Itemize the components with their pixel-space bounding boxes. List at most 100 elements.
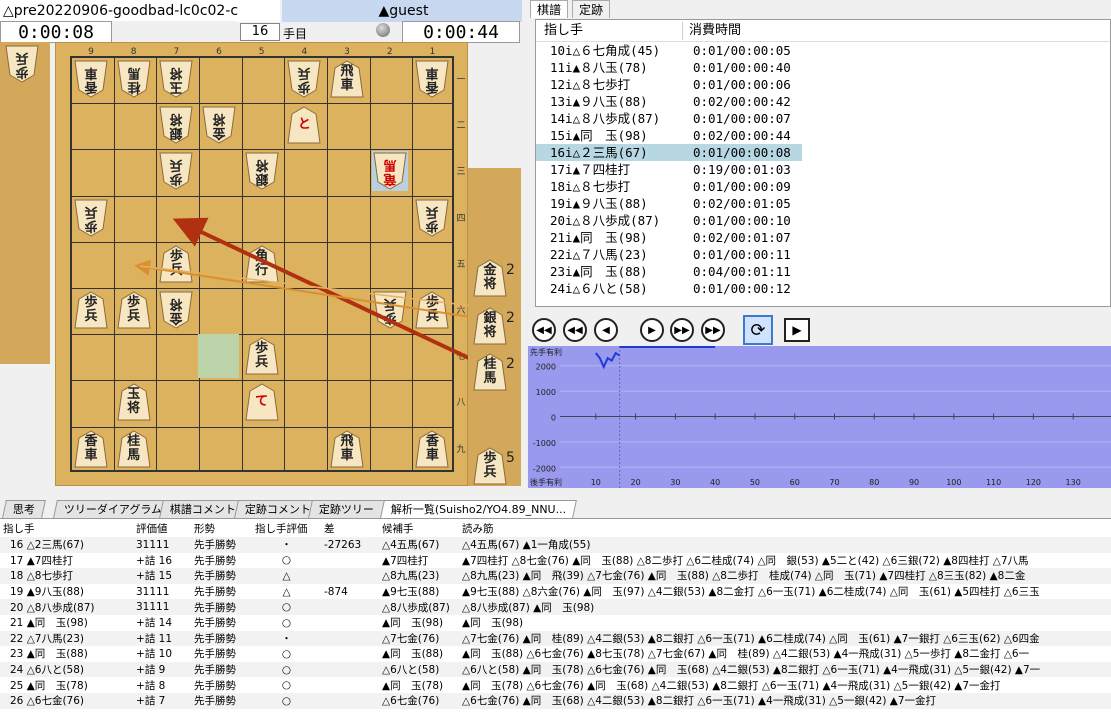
bottom-tab-label: 定跡コメント [244, 503, 311, 516]
analysis-cell: ▲7四桂打 △8七金(76) ▲同 玉(88) △8二歩打 △6二桂成(74) … [462, 554, 1029, 567]
bottom-tab[interactable]: 解析一覧(Suisho2/YO4.89_NNU... [380, 500, 578, 518]
analysis-header-cell[interactable]: 指し手 [0, 519, 133, 537]
analysis-cell: +詰 8 [136, 679, 166, 692]
analysis-row[interactable]: 17 ▲7四桂打 +詰 16 先手勝勢 ○ ▲7四桂打 ▲7四桂打 △8七金(76) ▲同… [0, 552, 1111, 569]
analysis-cell: +詰 11 [136, 632, 172, 645]
sente-hand-piece[interactable]: 桂馬 [472, 352, 508, 392]
analysis-cell: +詰 14 [136, 617, 172, 630]
analysis-cell [321, 631, 379, 647]
tab-joseki[interactable]: 定跡 [572, 0, 611, 18]
analysis-cell: △8八歩成(87) [382, 601, 450, 614]
kifu-move: 19i▲９八玉(88) [550, 196, 648, 211]
analysis-row[interactable]: 23 ▲同 玉(88) +詰 10 先手勝勢 ○ ▲同 玉(88) ▲同 玉(88) △6… [0, 646, 1111, 662]
analysis-header-cell[interactable]: 形勢 [191, 519, 252, 537]
analysis-cell: ▲同 玉(88) △6七金(76) ▲8七玉(78) △7七金(67) ▲同 桂… [462, 648, 1030, 661]
flip-board-icon[interactable]: ⟳ [743, 315, 773, 345]
x-tick-label: 30 [670, 478, 680, 487]
bottom-tab[interactable]: 定跡ツリー [308, 500, 385, 518]
kifu-row[interactable]: 20i△８八歩成(87) 0:01/00:00:10 [536, 212, 1110, 229]
analysis-cell: 先手勝勢 [194, 695, 236, 708]
analysis-cell: 先手勝勢 [194, 679, 236, 692]
y-tick-label: -2000 [533, 464, 556, 473]
tab-kifu[interactable]: 棋譜 [530, 0, 569, 18]
bottom-tab[interactable]: ツリーダイアグラム [53, 500, 174, 518]
analysis-cell: +詰 10 [136, 648, 172, 661]
analysis-row[interactable]: 20 △8八歩成(87) 31111 先手勝勢 ○ △8八歩成(87) △8八歩成(87)… [0, 599, 1111, 615]
bottom-tab[interactable]: 思考 [2, 500, 46, 518]
analysis-rows: 16 △2三馬(67) 31111 先手勝勢・ -27263 △4五馬(67) △4五馬(… [0, 537, 1111, 709]
analysis-row[interactable]: 25 ▲同 玉(78) +詰 8 先手勝勢 ○ ▲同 玉(78) ▲同 玉(78) △6七… [0, 677, 1111, 693]
kifu-move: 21i▲同 玉(98) [550, 230, 648, 245]
hand-count: 2 [506, 262, 515, 278]
analysis-header-cell[interactable]: 差 [321, 519, 379, 537]
kifu-row[interactable]: 19i▲９八玉(88) 0:02/00:01:05 [536, 195, 1110, 212]
analysis-header-cell[interactable]: 候補手 [379, 519, 459, 537]
kifu-row[interactable]: 10i△６七角成(45) 0:01/00:00:05 [536, 42, 1110, 59]
analysis-cell: △6七金(76) [382, 695, 440, 708]
kifu-move: 17i▲７四桂打 [550, 162, 631, 177]
hand-count: 5 [506, 450, 515, 466]
analysis-cell: 先手勝勢 [194, 617, 236, 630]
analysis-cell: 20 △8八歩成(87) [10, 601, 95, 614]
analysis-cell: ○ [281, 647, 292, 660]
analysis-row[interactable]: 19 ▲9八玉(88) 31111 先手勝勢 △ -874 ▲9七玉(88) ▲9七玉(88… [0, 583, 1111, 600]
sente-hand-piece[interactable]: 歩兵 [472, 446, 508, 486]
analysis-header-cell[interactable]: 指し手評価 [252, 519, 321, 537]
analysis-arrows [134, 217, 491, 370]
kifu-time: 0:19/00:01:03 [693, 162, 791, 177]
play-icon[interactable]: ▶ [784, 318, 810, 342]
analysis-cell: 先手勝勢 [194, 554, 236, 567]
kifu-row[interactable]: 18i△８七歩打 0:01/00:00:09 [536, 178, 1110, 195]
last-move-button[interactable]: ▶▶ [701, 318, 725, 342]
piece-char: 歩 [483, 451, 497, 466]
analysis-row[interactable]: 26 △6七金(76) +詰 7 先手勝勢 ○ △6七金(76) △6七金(76) ▲同 … [0, 692, 1111, 709]
bottom-tab-label: 棋譜コメント [169, 503, 236, 516]
kifu-row[interactable]: 16i△２三馬(67) 0:01/00:00:08 [536, 144, 802, 161]
analysis-cell [321, 599, 379, 615]
analysis-row[interactable]: 16 △2三馬(67) 31111 先手勝勢 ・ -27263 △4五馬(67) △4五馬(… [0, 537, 1111, 553]
kifu-time: 0:01/00:00:08 [693, 145, 791, 160]
analysis-cell: ▲同 玉(78) △6七金(76) ▲同 玉(68) △4二銀(53) ▲8二銀… [462, 679, 1001, 692]
analysis-cell: ○ [281, 601, 292, 614]
kifu-move: 12i△８七歩打 [550, 77, 631, 92]
kifu-move: 16i△２三馬(67) [550, 145, 648, 160]
kifu-row[interactable]: 24i△６八と(58) 0:01/00:00:12 [536, 280, 1110, 297]
back10-button[interactable]: ◀◀ [563, 318, 587, 342]
analysis-row[interactable]: 24 △6八と(58) +詰 9 先手勝勢 ○ △6八と(58) △6八と(58) ▲同 … [0, 661, 1111, 678]
bottom-tab-label: ツリーダイアグラム [63, 503, 163, 516]
analysis-cell: 24 △6八と(58) [10, 664, 85, 677]
kifu-move: 23i▲同 玉(88) [550, 264, 648, 279]
first-move-button[interactable]: ◀◀ [532, 318, 556, 342]
forward10-button[interactable]: ▶▶ [670, 318, 694, 342]
sente-hand-piece[interactable]: 銀将 [472, 306, 508, 346]
kifu-row[interactable]: 13i▲９八玉(88) 0:02/00:00:42 [536, 93, 1110, 110]
kifu-row[interactable]: 11i▲８八玉(78) 0:01/00:00:40 [536, 59, 1110, 76]
analysis-row[interactable]: 22 △7八馬(23) +詰 11 先手勝勢 ・ △7七金(76) △7七金(76) ▲同… [0, 630, 1111, 647]
kifu-row[interactable]: 12i△８七歩打 0:01/00:00:06 [536, 76, 1110, 93]
sente-hand-piece[interactable]: 金将 [472, 258, 508, 298]
kifu-row[interactable]: 21i▲同 玉(98) 0:02/00:01:07 [536, 229, 1110, 246]
analysis-row[interactable]: 21 ▲同 玉(98) +詰 14 先手勝勢 ○ ▲同 玉(98) ▲同 玉(98) [0, 614, 1111, 631]
prev-move-button[interactable]: ◀ [594, 318, 618, 342]
x-tick-label: 130 [1066, 478, 1081, 487]
analysis-cell: ・ [281, 632, 292, 645]
next-move-button[interactable]: ▶ [640, 318, 664, 342]
kifu-row[interactable]: 15i▲同 玉(98) 0:02/00:00:44 [536, 127, 1110, 144]
analysis-cell: ○ [281, 616, 292, 629]
piece-char: 兵 [483, 465, 497, 480]
analysis-header-cell[interactable]: 読み筋 [459, 519, 1111, 537]
kifu-row[interactable]: 22i△７八馬(23) 0:01/00:00:11 [536, 246, 1110, 263]
kifu-row[interactable]: 14i△８八歩成(87) 0:01/00:00:07 [536, 110, 1110, 127]
analysis-cell [321, 677, 379, 693]
analysis-cell: 17 ▲7四桂打 [10, 554, 73, 567]
hand-count: 2 [506, 356, 515, 372]
kifu-row[interactable]: 17i▲７四桂打 0:19/00:01:03 [536, 161, 1110, 178]
analysis-cell: △7七金(76) ▲同 桂(89) △4二銀(53) ▲8二銀打 △6一玉(71… [462, 632, 1040, 645]
kifu-move: 14i△８八歩成(87) [550, 111, 661, 126]
analysis-cell: △ [282, 585, 291, 598]
kifu-row[interactable]: 23i▲同 玉(88) 0:04/00:01:11 [536, 263, 1110, 280]
kifu-time: 0:02/00:01:05 [693, 196, 791, 211]
analysis-row[interactable]: 18 △8七歩打 +詰 15 先手勝勢 △ △8九馬(23) △8九馬(23) ▲同 飛(… [0, 568, 1111, 584]
x-tick-label: 120 [1026, 478, 1041, 487]
analysis-header-cell[interactable]: 評価値 [133, 519, 191, 537]
